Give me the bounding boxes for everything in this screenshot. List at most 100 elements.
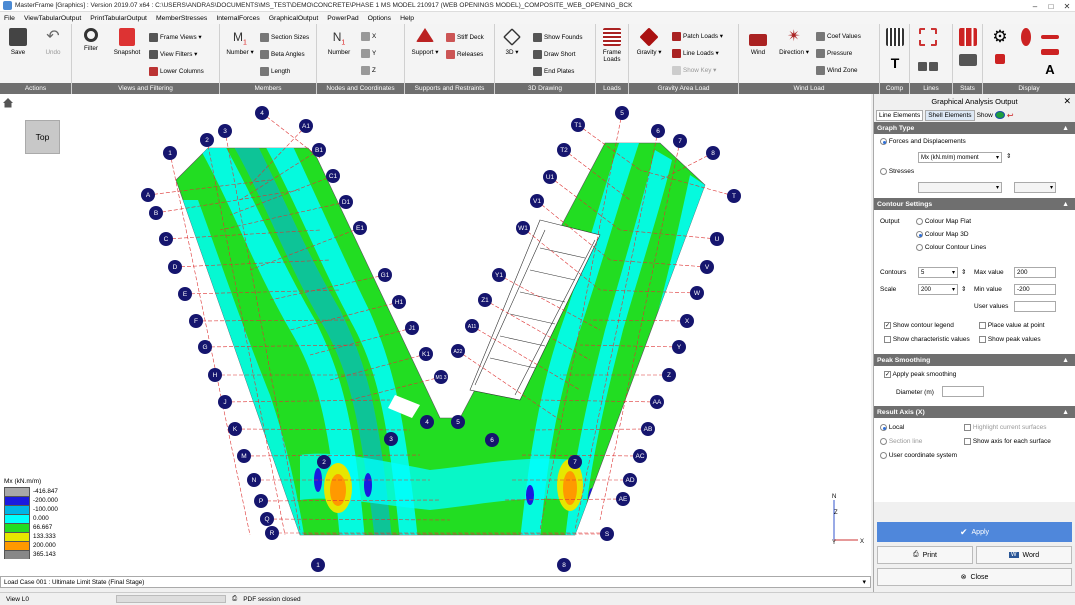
patch-loads-button[interactable]: Patch Loads ▾ (672, 32, 723, 41)
grid-bubble[interactable]: N (247, 473, 261, 487)
number-nodes-button[interactable]: N1 Number (322, 28, 356, 56)
section-contour-settings[interactable]: Contour Settings ▲ (874, 198, 1075, 210)
max-value-input[interactable]: 200 (1014, 267, 1056, 278)
collapse-icon[interactable]: ▲ (1062, 125, 1069, 132)
grid-bubble[interactable]: 6 (651, 124, 665, 138)
forces-spinner[interactable]: ⇕ (1006, 152, 1011, 160)
menu-view-tabular-output[interactable]: ViewTabularOutput (24, 15, 81, 22)
colour-map-3d-radio[interactable]: Colour Map 3D (916, 231, 969, 238)
panel-close-icon[interactable]: ✕ (1063, 96, 1071, 107)
grid-bubble[interactable]: 5 (451, 415, 465, 429)
show-key-button[interactable]: Show Key ▾ (672, 66, 716, 75)
grid-bubble[interactable]: 3 (218, 124, 232, 138)
end-plates-button[interactable]: End Plates (533, 67, 574, 76)
scale-select[interactable]: 200 ▾ (918, 284, 958, 295)
menu-help[interactable]: Help (400, 15, 414, 22)
menu-print-tabular-output[interactable]: PrintTabularOutput (90, 15, 147, 22)
grid-bubble[interactable]: J (218, 395, 232, 409)
grid-bubble[interactable]: AC (633, 449, 647, 463)
grid-bubble[interactable]: C (159, 232, 173, 246)
grid-bubble[interactable]: K1 (419, 347, 433, 361)
printer-icon[interactable]: ⎙ (232, 595, 237, 603)
font-button[interactable]: A (1035, 62, 1065, 83)
tab-show[interactable]: Show (977, 112, 993, 119)
place-value-checkbox[interactable]: Place value at point (979, 322, 1045, 329)
grid-bubble[interactable]: AB (641, 422, 655, 436)
draw-short-button[interactable]: Draw Short (533, 50, 576, 59)
minimize-icon[interactable]: – (1027, 0, 1043, 12)
filter-button[interactable]: Filter (76, 28, 106, 52)
grid-bubble[interactable]: U (710, 232, 724, 246)
grid-bubble[interactable]: Z1 (478, 293, 492, 307)
grid-bubble[interactable]: B (149, 206, 163, 220)
line-loads-button[interactable]: Line Loads ▾ (672, 49, 719, 58)
close-icon[interactable]: ✕ (1059, 0, 1075, 12)
grid-bubble[interactable]: 6 (485, 433, 499, 447)
number-members-button[interactable]: M1 Number ▾ (223, 28, 257, 56)
grid-bubble[interactable]: 4 (255, 106, 269, 120)
menu-member-stresses[interactable]: MemberStresses (156, 15, 207, 22)
grid-bubble[interactable]: 1 (311, 558, 325, 572)
chevron-down-icon[interactable]: ▾ (862, 578, 866, 586)
view-filters-button[interactable]: View Filters ▾ (149, 50, 197, 59)
coef-values-button[interactable]: Coef Values (816, 32, 861, 41)
grid-bubble[interactable]: W (690, 286, 704, 300)
menu-options[interactable]: Options (368, 15, 391, 22)
forces-select[interactable]: Mx (kN.m/m) moment ▾ (918, 152, 1002, 163)
grid-bubble[interactable]: H (208, 368, 222, 382)
grid-bubble[interactable]: U1 (543, 170, 557, 184)
show-legend-checkbox[interactable]: ✓ Show contour legend (884, 322, 954, 329)
grid-bubble[interactable]: V (700, 260, 714, 274)
menu-file[interactable]: File (4, 15, 15, 22)
section-result-axis[interactable]: Result Axis (X) ▲ (874, 406, 1075, 418)
grid-bubble[interactable]: T2 (557, 143, 571, 157)
grid-bubble[interactable]: M1 3 (434, 370, 448, 384)
forces-radio[interactable]: Forces and Displacements (880, 138, 966, 145)
show-founds-button[interactable]: Show Founds (533, 33, 583, 42)
scale-spinner[interactable]: ⇕ (961, 285, 966, 293)
grid-bubble[interactable]: K (228, 422, 242, 436)
user-values-input[interactable] (1014, 301, 1056, 312)
frame-views-button[interactable]: Frame Views ▾ (149, 33, 202, 42)
grid-bubble[interactable]: A22 (451, 344, 465, 358)
grid-bubble[interactable]: AD (623, 473, 637, 487)
stresses-component-select[interactable]: ▾ (1014, 182, 1056, 193)
word-button[interactable]: W Word (976, 546, 1072, 564)
stats-table-button[interactable] (953, 54, 983, 69)
grid-bubble[interactable]: R (265, 526, 279, 540)
show-peak-checkbox[interactable]: Show peak values (979, 336, 1041, 343)
grid-bubble[interactable]: W1 (516, 221, 530, 235)
support-button[interactable]: Support ▾ (408, 28, 442, 56)
section-line-radio[interactable]: Section line (880, 438, 922, 445)
grid-bubble[interactable]: AE (616, 492, 630, 506)
undo-button[interactable]: ↶ Undo (38, 28, 68, 56)
highlight-checkbox[interactable]: Highlight current surfaces (964, 424, 1047, 431)
show-char-checkbox[interactable]: Show characteristic values (884, 336, 970, 343)
grid-bubble[interactable]: 7 (673, 134, 687, 148)
stats-chart-button[interactable] (953, 28, 983, 49)
section-graph-type[interactable]: Graph Type ▲ (874, 122, 1075, 134)
grid-bubble[interactable]: 3 (384, 432, 398, 446)
grid-bubble[interactable]: P (254, 494, 268, 508)
pressure-button[interactable]: Pressure (816, 49, 852, 58)
grid-bubble[interactable]: E1 (353, 221, 367, 235)
min-value-input[interactable]: -200 (1014, 284, 1056, 295)
tab-shell-elements[interactable]: Shell Elements (925, 109, 975, 121)
grid-bubble[interactable]: 4 (420, 415, 434, 429)
grid-bubble[interactable]: H1 (392, 295, 406, 309)
grid-bubble[interactable]: Z (662, 368, 676, 382)
snapshot-button[interactable]: Snapshot (110, 28, 144, 56)
grid-bubble[interactable]: 7 (568, 455, 582, 469)
load-case-select[interactable]: Load Case 001 : Ultimate Limit State (Fi… (0, 576, 871, 588)
section-sizes-button[interactable]: Section Sizes (260, 33, 309, 42)
grid-bubble[interactable]: F (189, 314, 203, 328)
grid-bubble[interactable]: J1 (405, 321, 419, 335)
grid-bubble[interactable]: 2 (200, 133, 214, 147)
direction-button[interactable]: ✴ Direction ▾ (777, 28, 811, 56)
grid-bubble[interactable]: V1 (530, 194, 544, 208)
grid-bubble[interactable]: G (198, 340, 212, 354)
contours-spinner[interactable]: ⇕ (961, 268, 966, 276)
grid-bubble[interactable]: A1 (299, 119, 313, 133)
grid-bubble[interactable]: D (168, 260, 182, 274)
grid-bubble[interactable]: M (237, 449, 251, 463)
